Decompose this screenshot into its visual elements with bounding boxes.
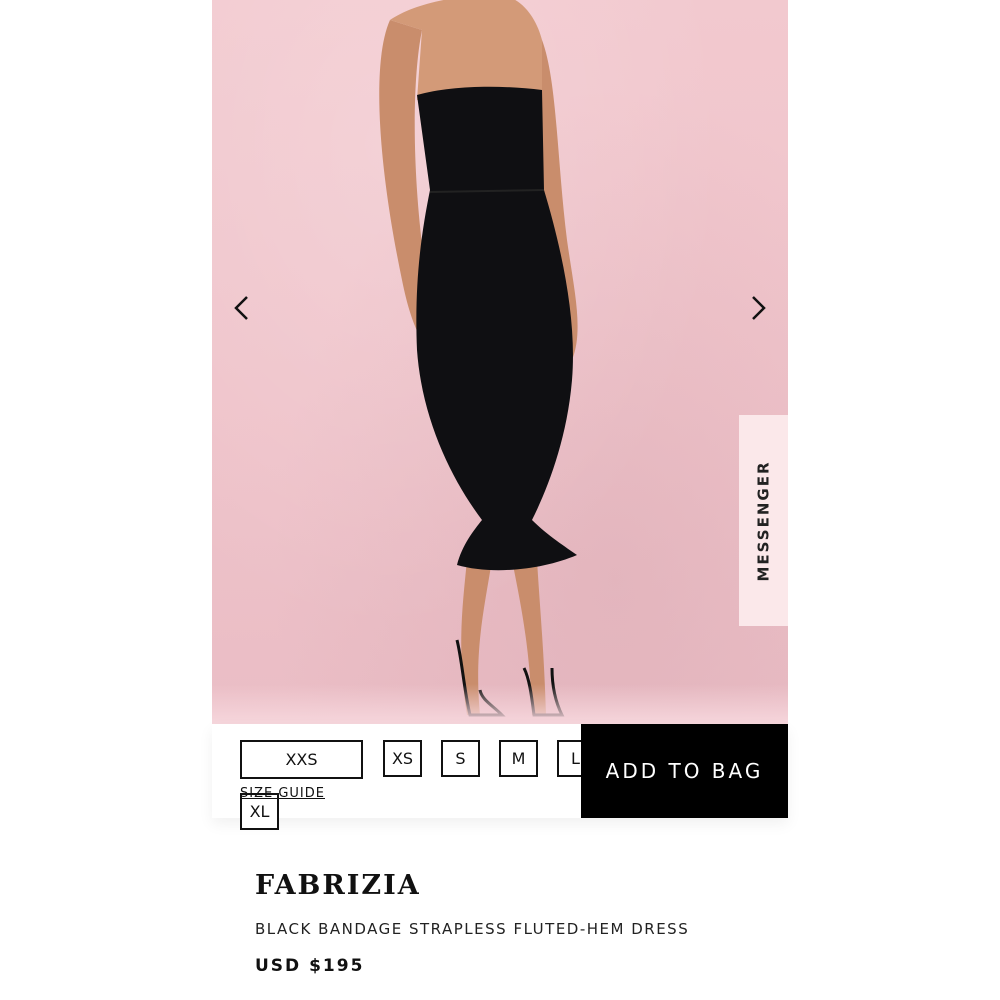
- add-to-bag-button[interactable]: ADD TO BAG: [581, 724, 788, 818]
- messenger-tab[interactable]: MESSENGER: [739, 415, 788, 626]
- product-description: BLACK BANDAGE STRAPLESS FLUTED-HEM DRESS: [255, 920, 690, 938]
- size-option-xxs[interactable]: XXS: [240, 740, 363, 779]
- size-option-xs[interactable]: XS: [383, 740, 422, 777]
- floor-shadow: [212, 684, 788, 724]
- previous-image-button[interactable]: [222, 288, 262, 328]
- product-price: USD $195: [255, 956, 365, 976]
- size-option-s[interactable]: S: [441, 740, 480, 777]
- messenger-label: MESSENGER: [754, 459, 773, 582]
- product-image[interactable]: [212, 0, 788, 724]
- chevron-right-icon: [752, 296, 766, 320]
- chevron-left-icon: [234, 296, 248, 320]
- model-photo: [379, 0, 578, 717]
- size-option-m[interactable]: M: [499, 740, 538, 777]
- size-guide-link[interactable]: SIZE GUIDE: [240, 786, 325, 801]
- product-name: FABRIZIA: [255, 870, 421, 901]
- product-page: MESSENGER XXS XS S M L XL SIZE GUIDE ADD…: [0, 0, 1000, 1000]
- next-image-button[interactable]: [738, 288, 778, 328]
